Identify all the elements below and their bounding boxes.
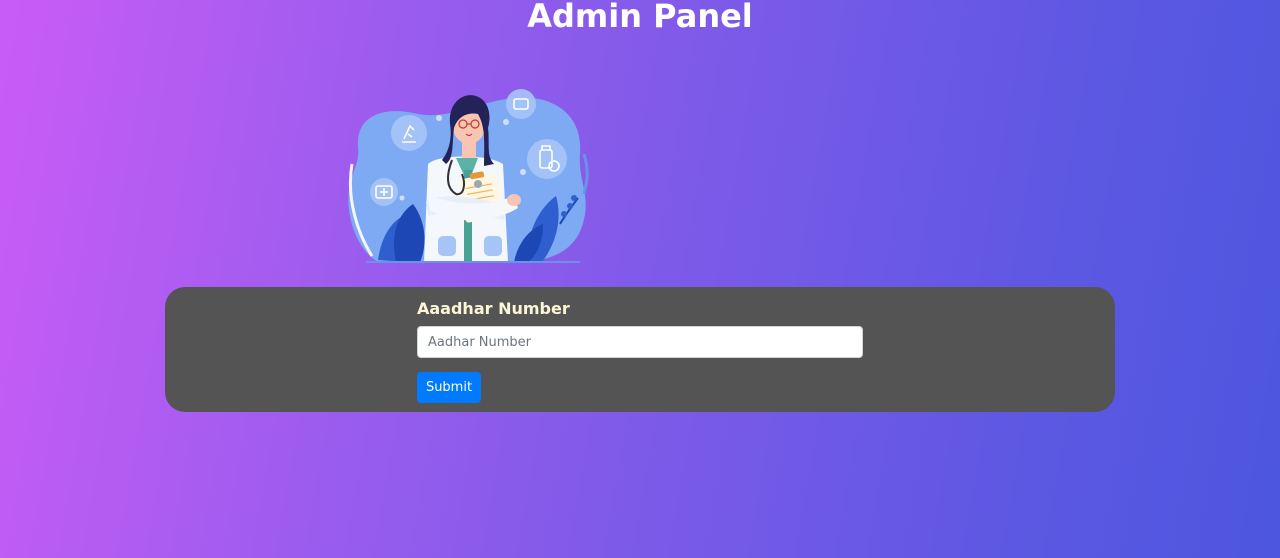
aadhar-number-input[interactable] — [417, 326, 863, 358]
form-panel: Aaadhar Number Submit — [165, 287, 1115, 412]
aadhar-number-label: Aaadhar Number — [417, 299, 570, 318]
doctor-illustration — [348, 89, 589, 263]
submit-button[interactable]: Submit — [417, 372, 481, 403]
page-title: Admin Panel — [527, 0, 753, 35]
